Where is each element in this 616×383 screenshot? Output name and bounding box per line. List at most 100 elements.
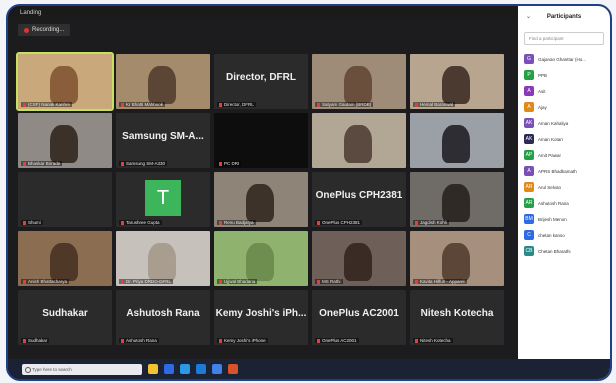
participant-video: [50, 66, 78, 104]
participant-name: Amit Pawar: [538, 152, 562, 158]
participant-label-text: Tarushree Gupta: [126, 220, 160, 225]
participant-search-input[interactable]: Find a participant: [524, 32, 604, 45]
video-tile[interactable]: Samsung SM-A... Samsung SM-A330: [116, 113, 210, 168]
participant-name-label: Ashutosh Rana: [119, 338, 159, 343]
participant-video: [442, 243, 470, 281]
participant-label-text: MS Rathi: [322, 279, 341, 284]
participant-avatar: BM: [524, 214, 534, 224]
video-tile[interactable]: Dr. Priya DRDO-DFRL: [116, 231, 210, 286]
video-tile[interactable]: Anish Bhattacharya: [18, 231, 112, 286]
participant-row[interactable]: Cchetan kanso: [524, 227, 604, 243]
panel-title: Participants: [546, 14, 582, 20]
participant-row[interactable]: A Asit: [524, 83, 604, 99]
participant-row[interactable]: AR Arul Selvan: [524, 179, 604, 195]
video-tile[interactable]: MS Rathi: [312, 231, 406, 286]
participant-name: Arul Selvan: [538, 184, 562, 190]
participant-label-text: Anish Bhattacharya: [28, 279, 68, 284]
folder-icon[interactable]: [148, 364, 158, 374]
mic-muted-icon: [121, 279, 124, 284]
participant-row[interactable]: AK Aman Kotari: [524, 131, 604, 147]
video-tile[interactable]: Jagdish Kohli: [410, 172, 504, 227]
browser-icon[interactable]: [164, 364, 174, 374]
mic-muted-icon: [415, 220, 418, 225]
video-tile[interactable]: Bhaskar Borade: [18, 113, 112, 168]
store-icon[interactable]: [180, 364, 190, 374]
participant-label-text: Director, DFRL: [224, 102, 254, 107]
mic-muted-icon: [415, 102, 418, 107]
video-tile[interactable]: Ashutosh Rana Ashutosh Rana: [116, 290, 210, 345]
participant-video: [148, 243, 176, 281]
participant-row[interactable]: CB Chetan Bharathi: [524, 243, 604, 259]
participant-video: [344, 243, 372, 281]
participant-name-label: Tarushree Gupta: [119, 220, 162, 225]
video-tile[interactable]: Kavita Hilfun - Apparel: [410, 231, 504, 286]
video-tile[interactable]: T Tarushree Gupta: [116, 172, 210, 227]
participant-avatar: T: [145, 180, 181, 216]
participant-label-text: Hemal Baranwal: [420, 102, 454, 107]
participant-list: G Gajanan Ghanttar (Ho... P PPB A Asit A Ajay AK…: [518, 49, 610, 261]
video-tile[interactable]: Satyam Gautam (BRDB): [312, 54, 406, 109]
participant-name: Ajay: [538, 104, 547, 110]
participant-row[interactable]: A Ajay: [524, 99, 604, 115]
word-icon[interactable]: [212, 364, 222, 374]
participant-name-label: PC DRI: [217, 161, 242, 166]
mic-muted-icon: [121, 220, 124, 225]
participant-name: Ashutosh Rana: [538, 200, 569, 206]
participant-name-label: Jagdish Kohli: [413, 220, 449, 225]
video-tile[interactable]: Sudhakar Sudhakar: [18, 290, 112, 345]
participant-name: APRS Bhadkamath: [538, 168, 577, 174]
record-dot-icon: [24, 27, 29, 33]
video-tile[interactable]: Ujjwal Bhadana: [214, 231, 308, 286]
panel-header: ⌄ Participants: [518, 6, 610, 28]
mic-muted-icon: [317, 102, 320, 107]
participant-label-text: OnePlus AC2001: [322, 338, 357, 343]
participant-name: Aman Kahaliya: [538, 120, 569, 126]
participant-row[interactable]: A APRS Bhadkamath: [524, 163, 604, 179]
video-tile[interactable]: Director, DFRL Director, DFRL: [214, 54, 308, 109]
video-tile[interactable]: PC DRI: [214, 113, 308, 168]
meeting-window: Landing Recording... (CSF) Nanak Kanhre K…: [6, 4, 612, 381]
participant-label-text: OnePlus CPH2381: [322, 220, 361, 225]
video-tile[interactable]: (CSF) Nanak Kanhre: [16, 52, 114, 111]
video-tile[interactable]: Kr Bhatti Mahbook: [116, 54, 210, 109]
powerpoint-icon[interactable]: [228, 364, 238, 374]
video-tile[interactable]: [312, 113, 406, 168]
mic-muted-icon: [317, 279, 320, 284]
video-tile[interactable]: OnePlus CPH2381 OnePlus CPH2381: [312, 172, 406, 227]
participant-row[interactable]: AR Ashutosh Rana: [524, 195, 604, 211]
participant-label-text: Kavita Hilfun - Apparel: [420, 279, 465, 284]
participant-name-display: OnePlus CPH2381: [315, 190, 403, 201]
mail-icon[interactable]: [196, 364, 206, 374]
video-tile[interactable]: Hemal Baranwal: [410, 54, 504, 109]
participant-name-label: Dr. Priya DRDO-DFRL: [119, 279, 174, 284]
video-tile[interactable]: Shumi: [18, 172, 112, 227]
participant-label-text: Shumi: [28, 220, 41, 225]
participant-avatar: AP: [524, 150, 534, 160]
chevron-down-icon[interactable]: ⌄: [526, 13, 531, 20]
video-tile[interactable]: Renu Badjatya: [214, 172, 308, 227]
participant-avatar: A: [524, 86, 534, 96]
participant-label-text: Ashutosh Rana: [126, 338, 157, 343]
participant-video: [246, 184, 274, 222]
participant-row[interactable]: AK Aman Kahaliya: [524, 115, 604, 131]
video-tile[interactable]: OnePlus AC2001 OnePlus AC2001: [312, 290, 406, 345]
participant-video: [344, 66, 372, 104]
participant-row[interactable]: G Gajanan Ghanttar (Ho...: [524, 51, 604, 67]
video-tile[interactable]: [410, 113, 504, 168]
video-tile[interactable]: Kemy Joshi's iPh... Kemy Joshi's iPhone: [214, 290, 308, 345]
participant-name-label: Shumi: [21, 220, 43, 225]
video-tile[interactable]: Nitesh Kotecha Nitesh Kotecha: [410, 290, 504, 345]
mic-muted-icon: [121, 338, 124, 343]
participant-label-text: Kemy Joshi's iPhone: [224, 338, 266, 343]
participant-row[interactable]: P PPB: [524, 67, 604, 83]
participant-row[interactable]: AP Amit Pawar: [524, 147, 604, 163]
participant-name-display: Ashutosh Rana: [126, 308, 200, 319]
taskbar-search-input[interactable]: Type here to search: [22, 363, 142, 375]
participant-name-display: Sudhakar: [42, 308, 88, 319]
participant-label-text: Satyam Gautam (BRDB): [322, 102, 372, 107]
recording-indicator[interactable]: Recording...: [18, 24, 71, 36]
mic-muted-icon: [23, 279, 26, 284]
participant-row[interactable]: BM Brijesh Menon: [524, 211, 604, 227]
participant-name-label: OnePlus CPH2381: [315, 220, 363, 225]
participant-avatar: C: [524, 230, 534, 240]
